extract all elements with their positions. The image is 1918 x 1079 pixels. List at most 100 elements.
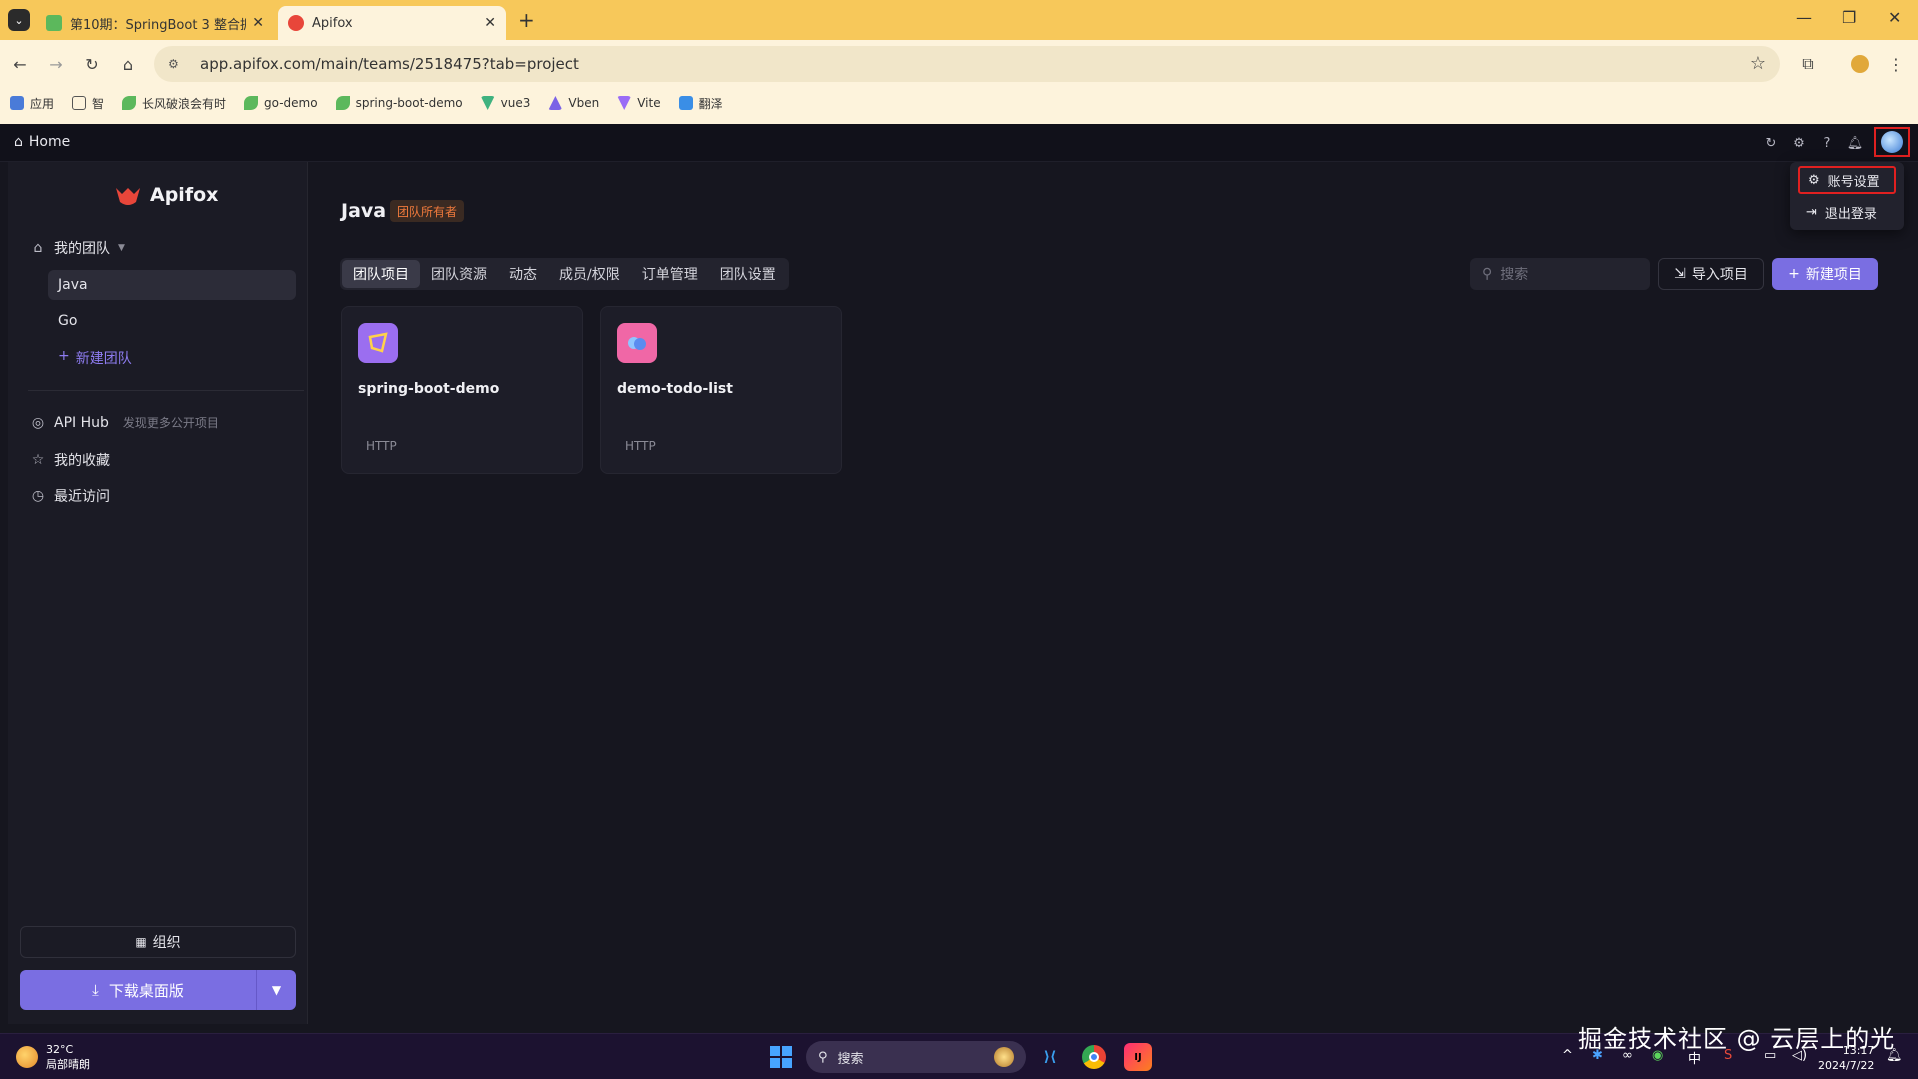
browser-toolbar: ← → ↻ ⌂ ⚙ app.apifox.com/main/teams/2518… (0, 40, 1918, 124)
tab-resources[interactable]: 团队资源 (420, 260, 498, 288)
bookmark-item[interactable]: 长风破浪会有时 (122, 95, 226, 112)
extensions-icon[interactable]: ⧉ (1794, 50, 1822, 78)
avatar (1881, 131, 1903, 153)
tab-projects[interactable]: 团队项目 (342, 260, 420, 288)
search-icon: ⚲ (818, 1049, 828, 1065)
team-icon: ⌂ (33, 240, 43, 256)
project-type: HTTP (366, 439, 397, 453)
clock-icon: ◷ (31, 488, 45, 504)
home-icon[interactable]: ⌂ (114, 50, 142, 78)
project-card-spring-boot-demo[interactable]: spring-boot-demo HTTP (341, 306, 583, 474)
gear-icon[interactable]: ⚙ (1790, 134, 1808, 152)
sidebar: Apifox ⌂ 我的团队 ▼ Java Go + 新建团队 ◎ API Hub… (8, 162, 308, 1024)
tab-activity[interactable]: 动态 (498, 260, 548, 288)
vscode-icon[interactable]: ⟩⟨ (1036, 1043, 1064, 1071)
project-name: demo-todo-list (617, 381, 733, 397)
restore-icon[interactable]: ❐ (1842, 8, 1856, 27)
sidebar-item-recent[interactable]: ◷ 最近访问 (30, 486, 110, 506)
tab-settings[interactable]: 团队设置 (709, 260, 787, 288)
my-team-header[interactable]: ⌂ 我的团队 ▼ (30, 238, 125, 258)
menu-item-logout[interactable]: ⇥ 退出登录 (1798, 198, 1896, 226)
caret-down-icon: ▼ (118, 243, 125, 253)
bookmark-item[interactable]: Vben (548, 96, 599, 110)
site-info-icon[interactable]: ⚙ (168, 57, 186, 71)
search-icon: ⚲ (1482, 266, 1493, 282)
browser-tab-springboot[interactable]: 第10期：SpringBoot 3 整合据 ✕ (36, 6, 274, 40)
search-highlight-icon (994, 1047, 1014, 1067)
home-link[interactable]: ⌂ Home (14, 134, 70, 150)
tab-search-button[interactable]: ⌄ (8, 9, 30, 31)
gear-icon: ⚙ (1808, 172, 1820, 188)
bookmark-star-icon[interactable]: ☆ (1750, 53, 1766, 74)
project-icon (358, 323, 398, 363)
minimize-icon[interactable]: — (1796, 8, 1812, 27)
sidebar-team-java[interactable]: Java (48, 270, 296, 300)
bookmark-item[interactable]: go-demo (244, 96, 318, 110)
download-main[interactable]: ⤓ 下载桌面版 (20, 970, 256, 1010)
account-avatar-button[interactable] (1874, 127, 1910, 157)
vben-icon (548, 96, 563, 110)
home-icon: ⌂ (14, 134, 23, 150)
refresh-icon[interactable]: ↻ (1762, 134, 1780, 152)
weather-icon (16, 1046, 38, 1068)
sidebar-item-api-hub[interactable]: ◎ API Hub 发现更多公开项目 (30, 414, 219, 431)
url-text: app.apifox.com/main/teams/2518475?tab=pr… (200, 55, 579, 73)
plus-icon: + (1788, 266, 1800, 282)
project-card-demo-todo-list[interactable]: demo-todo-list HTTP (600, 306, 842, 474)
tab-members[interactable]: 成员/权限 (548, 260, 631, 288)
windows-start-icon[interactable] (770, 1046, 792, 1068)
new-tab-button[interactable]: + (518, 8, 535, 32)
weather-widget[interactable]: 32°C 局部晴朗 (16, 1042, 90, 1072)
tab-title: Apifox (312, 15, 353, 31)
new-project-button[interactable]: + 新建项目 (1772, 258, 1878, 290)
import-project-button[interactable]: ⇲ 导入项目 (1658, 258, 1764, 290)
divider (28, 390, 304, 391)
browser-tab-apifox[interactable]: Apifox ✕ (278, 6, 506, 40)
leaf-icon (122, 96, 137, 110)
bookmark-apps[interactable]: 应用 (10, 95, 54, 112)
bookmark-item[interactable]: vue3 (480, 96, 530, 110)
close-icon[interactable]: ✕ (484, 15, 496, 31)
bell-icon[interactable]: 🔔︎ (1846, 134, 1864, 152)
browser-tab-bar: ⌄ 第10期：SpringBoot 3 整合据 ✕ Apifox ✕ + — ❐… (0, 0, 1918, 40)
sidebar-team-go[interactable]: Go (48, 306, 296, 336)
project-type: HTTP (625, 439, 656, 453)
taskbar-search[interactable]: ⚲ 搜索 (806, 1041, 1026, 1073)
sidebar-item-favorites[interactable]: ☆ 我的收藏 (30, 450, 110, 470)
bookmark-item[interactable]: Vite (617, 96, 661, 110)
new-team-button[interactable]: + 新建团队 (58, 348, 132, 368)
chevron-down-icon[interactable]: ▼ (256, 970, 296, 1010)
compass-icon: ◎ (31, 414, 45, 431)
tab-title: 第10期：SpringBoot 3 整合据 (70, 17, 247, 33)
back-icon[interactable]: ← (6, 50, 34, 78)
brand-logo[interactable]: Apifox (114, 184, 218, 206)
help-icon[interactable]: ? (1818, 134, 1836, 152)
apifox-logo-icon (116, 188, 140, 205)
project-name: spring-boot-demo (358, 381, 500, 397)
folder-icon (72, 96, 87, 110)
organization-button[interactable]: ▦ 组织 (20, 926, 296, 958)
leaf-icon (244, 96, 259, 110)
plus-icon: + (58, 348, 70, 364)
tab-orders[interactable]: 订单管理 (631, 260, 709, 288)
chrome-icon[interactable] (1080, 1043, 1108, 1071)
close-window-icon[interactable]: ✕ (1888, 8, 1901, 27)
menu-icon[interactable]: ⋮ (1882, 50, 1910, 78)
menu-item-account-settings[interactable]: ⚙ 账号设置 (1798, 166, 1896, 194)
watermark: 掘金技术社区 @ 云层上的光 (1578, 1025, 1896, 1053)
forward-icon[interactable]: → (42, 50, 70, 78)
search-input[interactable]: ⚲ 搜索 (1470, 258, 1650, 290)
address-bar[interactable]: ⚙ app.apifox.com/main/teams/2518475?tab=… (154, 46, 1780, 82)
profile-icon[interactable] (1846, 50, 1874, 78)
close-icon[interactable]: ✕ (252, 15, 264, 31)
download-desktop-button[interactable]: ⤓ 下载桌面版 ▼ (20, 970, 296, 1010)
tray-expand-icon[interactable]: ^ (1562, 1048, 1573, 1063)
logout-icon: ⇥ (1806, 204, 1817, 220)
building-icon: ▦ (135, 935, 147, 949)
api-hub-subtitle: 发现更多公开项目 (122, 416, 219, 430)
reload-icon[interactable]: ↻ (78, 50, 106, 78)
bookmark-folder[interactable]: 智 (72, 95, 104, 112)
bookmark-item[interactable]: spring-boot-demo (335, 96, 463, 110)
bookmark-item[interactable]: 翻泽 (678, 95, 723, 112)
intellij-icon[interactable]: IJ (1124, 1043, 1152, 1071)
